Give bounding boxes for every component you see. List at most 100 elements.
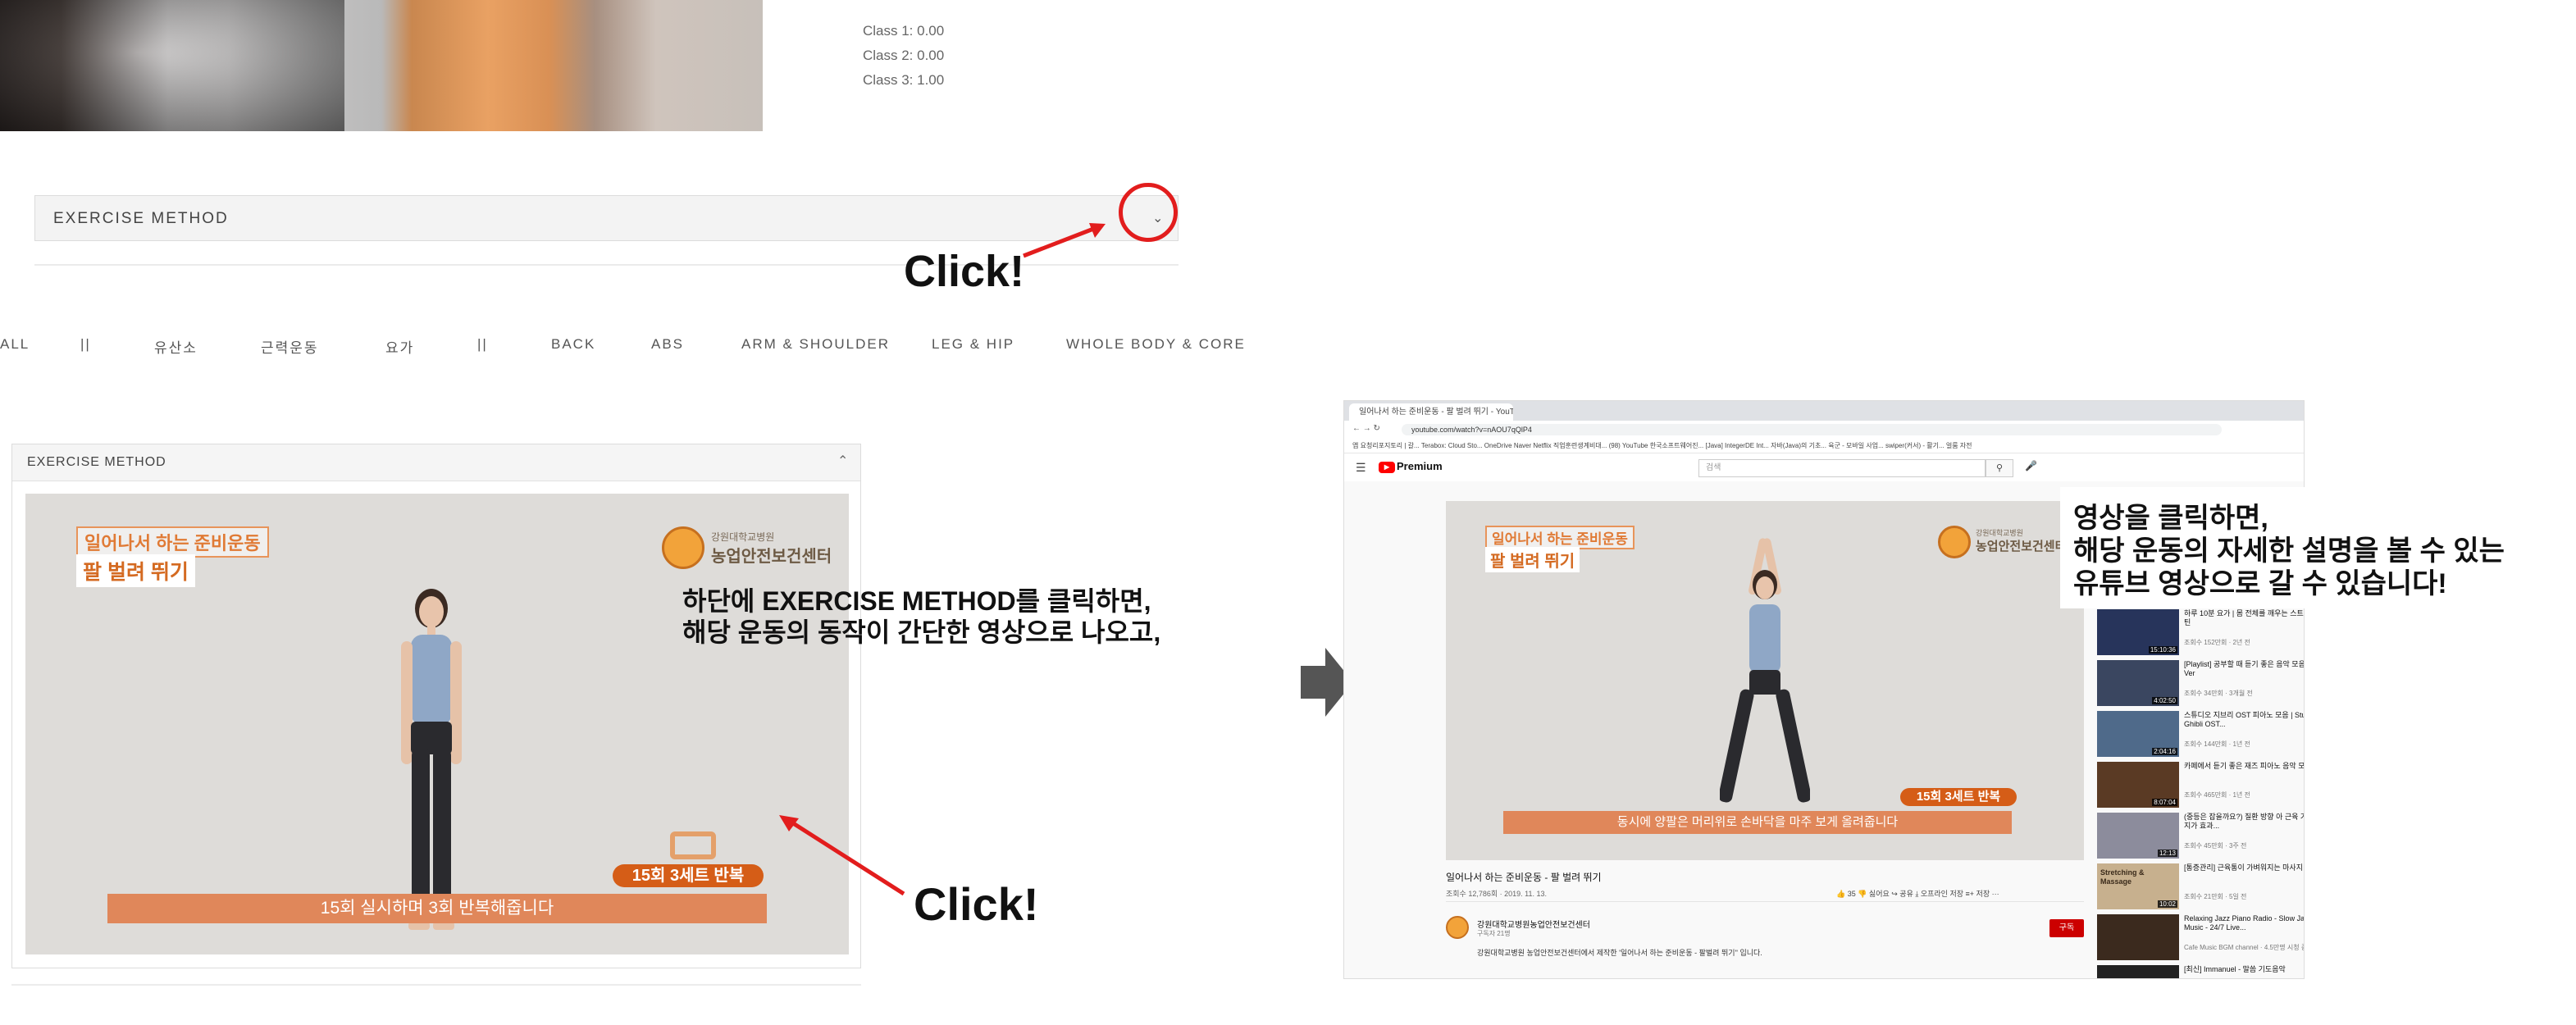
recommendation-meta: 조회수 21만회 · 5일 전 [2184, 893, 2247, 900]
nav-item-whole-body-core[interactable]: WHOLE BODY & CORE [1066, 336, 1246, 353]
exercise-model-figure [401, 589, 462, 930]
video-duration: 12:13 [2157, 850, 2177, 857]
video-duration: 4:02:50 [2152, 697, 2177, 704]
recommendation-thumbnail[interactable]: 4:02:50 [2097, 660, 2179, 706]
thumbnail-overlay-text: Stretching & Massage [2100, 868, 2145, 886]
menu-icon[interactable]: ☰ [1356, 461, 1366, 475]
video-badge-subtitle: 일어나서 하는 준비운동 [1485, 526, 1635, 549]
nav-item-leg-hip[interactable]: LEG & HIP [932, 336, 1014, 353]
hospital-logo [662, 526, 704, 569]
recommendation-thumbnail[interactable]: 8:07:04 [2097, 762, 2179, 808]
video-duration: 2:04:16 [2152, 748, 2177, 755]
org-name: 농업안전보건센터 [711, 548, 832, 566]
url-field[interactable]: youtube.com/watch?v=nAOU7qQlP4 [1402, 424, 2222, 435]
video-badge-subtitle: 일어나서 하는 준비운동 [76, 526, 269, 558]
mic-icon[interactable]: 🎤 [2025, 460, 2037, 472]
annotation-arrow-2 [779, 815, 905, 896]
recommendation-thumbnail[interactable] [2097, 965, 2179, 978]
recommendation-thumbnail[interactable]: 2:04:16 [2097, 711, 2179, 757]
annotation-arrow-1 [1023, 223, 1106, 258]
video-set-label: 15회 3세트 반복 [1900, 788, 2017, 806]
exercise-method-accordion-collapsed[interactable]: EXERCISE METHOD ⌄ [34, 195, 1179, 241]
youtube-play-icon: ▶ [1379, 461, 1395, 473]
recommendation-thumbnail[interactable]: 12:13 [2097, 813, 2179, 859]
recommendation-title[interactable]: Relaxing Jazz Piano Radio - Slow Jazz Mu… [2184, 914, 2304, 941]
exercise-photo [0, 0, 763, 131]
hospital-logo [1938, 526, 1971, 558]
repeat-icon [670, 831, 716, 859]
org-name: 농업안전보건센터 [1976, 540, 2067, 554]
youtube-logo[interactable]: ▶ Premium [1379, 460, 1443, 473]
browser-address-bar: ← → ↻ youtube.com/watch?v=nAOU7qQlP4 [1344, 421, 2304, 440]
browser-tabbar: 일어나서 하는 준비운동 - 팔 벌려 뛰기 - YouTube [1344, 401, 2304, 421]
accordion-title: EXERCISE METHOD [53, 210, 229, 227]
search-input[interactable]: 검색 [1698, 459, 1986, 477]
recommendation-meta: 조회수 465만회 · 1년 전 [2184, 791, 2250, 799]
channel-avatar[interactable] [1446, 916, 1469, 939]
recommendation-meta: 조회수 45만회 · 3주 전 [2184, 842, 2247, 850]
divider [11, 984, 861, 986]
chevron-up-icon[interactable]: ⌃ [837, 453, 848, 469]
nav-divider: || [477, 336, 488, 352]
nav-item-abs[interactable]: ABS [651, 336, 684, 353]
youtube-header: ☰ ▶ Premium 검색 ⚲ 🎤 [1344, 453, 2304, 481]
recommendation-title[interactable]: 카페에서 듣기 좋은 재즈 피아노 음악 모음 [2184, 762, 2304, 789]
bookmarks-bar[interactable]: 앱 요청리포지토리 | 갈... Terabox: Cloud Sto... O… [1344, 439, 2304, 453]
subscribe-button[interactable]: 구독 [2049, 919, 2084, 937]
recommendation-title[interactable]: [통증관리] 근육통이 가벼워지는 마사지 루틴 [2184, 863, 2304, 891]
nav-item-yoga[interactable]: 요가 [385, 336, 414, 357]
exercise-model-figure [1720, 538, 1810, 803]
search-icon[interactable]: ⚲ [1986, 459, 2013, 477]
recommendation-thumbnail[interactable]: 10:02 Stretching & Massage [2097, 863, 2179, 909]
annotation-box: 영상을 클릭하면, 해당 운동의 자세한 설명을 볼 수 있는 유튜브 영상으로… [2060, 487, 2536, 608]
nav-item-arm-shoulder[interactable]: ARM & SHOULDER [741, 336, 890, 353]
recommendation-title[interactable]: 스튜디오 지브리 OST 피아노 모음 | Studio Ghibli OST.… [2184, 711, 2304, 738]
nav-item-aerobic[interactable]: 유산소 [154, 336, 198, 357]
recommendation-thumbnail[interactable]: 15:10:36 [2097, 609, 2179, 655]
recommendation-title[interactable]: (중등은 잡을까요?) 질환 방향 아 근육 가면 마사지가 효과... [2184, 813, 2304, 840]
divider [1446, 901, 2084, 902]
video-caption: 15회 실시하며 3회 반복해줍니다 [107, 894, 767, 923]
annotation-line-3: 유튜브 영상으로 갈 수 있습니다! [2073, 568, 2447, 599]
channel-subscribers: 구독자 21명 [1477, 930, 1511, 937]
annotation-line-2: 해당 운동의 동작이 간단한 영상으로 나오고, [682, 617, 1161, 647]
class-1-score: Class 1: 0.00 [863, 23, 945, 39]
nav-item-strength[interactable]: 근력운동 [261, 336, 319, 357]
video-set-label: 15회 3세트 반복 [613, 864, 764, 887]
recommendation-meta: 조회수 34만회 · 3개월 전 [2184, 690, 2253, 697]
nav-item-back[interactable]: BACK [551, 336, 595, 353]
accordion-header[interactable]: EXERCISE METHOD ⌃ [12, 444, 860, 481]
video-duration: 10:02 [2157, 900, 2177, 908]
video-title: 일어나서 하는 준비운동 - 팔 벌려 뛰기 [1446, 872, 1602, 883]
nav-divider: || [80, 336, 91, 352]
video-actions[interactable]: 👍 35 👎 싫어요 ↪ 공유 ⤓ 오프라인 저장 ≡+ 저장 ··· [1836, 888, 1999, 899]
browser-tab[interactable]: 일어나서 하는 준비운동 - 팔 벌려 뛰기 - YouTube [1349, 403, 1513, 421]
class-2-score: Class 2: 0.00 [863, 48, 945, 63]
channel-name[interactable]: 강원대학교병원농업안전보건센터 [1477, 918, 1590, 930]
org-subtitle: 강원대학교병원 [711, 531, 775, 543]
recommendation-title[interactable]: 하루 10분 요가 | 몸 전체를 깨우는 스트레칭 루틴 [2184, 609, 2304, 636]
recommendation-meta: 조회수 144만회 · 1년 전 [2184, 740, 2250, 748]
recommendation-title[interactable]: [Playlist] 공부할 때 듣기 좋은 음악 모음 2021 Ver [2184, 660, 2304, 687]
exercise-video[interactable]: 일어나서 하는 준비운동 팔 벌려 뛰기 강원대학교병원 농업안전보건센터 15… [25, 494, 849, 954]
highlight-circle [1119, 183, 1178, 242]
class-3-score: Class 3: 1.00 [863, 72, 945, 88]
video-duration: 8:07:04 [2152, 799, 2177, 806]
nav-arrows-icon[interactable]: ← → ↻ [1352, 424, 1380, 433]
recommendation-meta: 조회수 152만회 · 2년 전 [2184, 639, 2250, 646]
video-caption: 동시에 양팔은 머리위로 손바닥을 마주 보게 올려줍니다 [1503, 811, 2012, 834]
click-label: Click! [914, 878, 1039, 930]
video-meta: 조회수 12,786회 · 2019. 11. 13. [1446, 890, 1548, 898]
video-duration: 15:10:36 [2148, 646, 2177, 654]
recommendation-thumbnail[interactable] [2097, 914, 2179, 960]
youtube-video-player[interactable]: 일어나서 하는 준비운동 팔 벌려 뛰기 강원대학교병원 농업안전보건센터 15… [1446, 501, 2084, 860]
recommendation-meta: Cafe Music BGM channel · 4.5만명 시청 중 [2184, 944, 2305, 951]
click-label: Click! [904, 247, 1025, 296]
video-badge-title: 팔 벌려 뛰기 [76, 554, 195, 587]
recommendation-title[interactable]: [최신] Immanuel - 말씀 기도음악 [2184, 965, 2304, 978]
nav-item-all[interactable]: ALL [0, 336, 30, 353]
accordion-title: EXERCISE METHOD [27, 455, 166, 469]
video-description: 강원대학교병원 농업안전보건센터에서 제작한 '일어나서 하는 준비운동 - 팔… [1477, 949, 1762, 957]
video-badge-title: 팔 벌려 뛰기 [1485, 547, 1580, 572]
exercise-method-accordion-expanded: EXERCISE METHOD ⌃ 일어나서 하는 준비운동 팔 벌려 뛰기 강… [11, 444, 861, 968]
